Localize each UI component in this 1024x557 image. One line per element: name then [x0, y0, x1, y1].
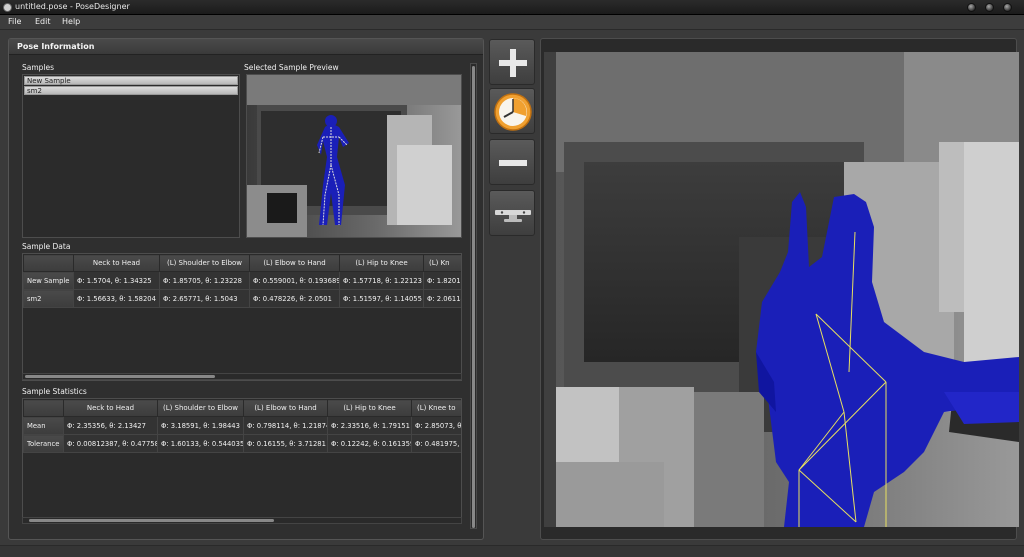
column-header[interactable]: Neck to Head — [73, 254, 160, 272]
column-header[interactable]: (L) Knee to — [411, 399, 461, 417]
sample-data-hscrollbar[interactable] — [22, 373, 462, 380]
scrollbar-thumb[interactable] — [25, 375, 215, 378]
pose-information-panel: Pose Information Samples Selected Sample… — [8, 38, 484, 540]
minimize-button[interactable] — [967, 3, 976, 12]
scrollbar-thumb[interactable] — [472, 66, 475, 528]
table-row[interactable]: New Sample Φ: 1.5704, θ: 1.34325 Φ: 1.85… — [23, 271, 461, 290]
table-row[interactable]: Mean Φ: 2.35356, θ: 2.13427 Φ: 3.18591, … — [23, 416, 461, 435]
add-sample-button[interactable] — [489, 39, 535, 85]
table-header-row: Neck to Head (L) Shoulder to Elbow (L) E… — [23, 399, 461, 417]
menu-bar: File Edit Help — [0, 15, 1024, 30]
table-cell[interactable]: Φ: 3.18591, θ: 1.98443 — [157, 416, 244, 435]
sample-statistics-table[interactable]: Neck to Head (L) Shoulder to Elbow (L) E… — [22, 398, 462, 522]
table-cell[interactable]: Φ: 0.00812387, θ: 0.47758 — [63, 434, 158, 453]
table-row[interactable]: sm2 Φ: 1.56633, θ: 1.58204 Φ: 2.65771, θ… — [23, 289, 461, 308]
table-cell[interactable]: Φ: 1.60133, θ: 0.544035 — [157, 434, 244, 453]
table-cell[interactable]: Φ: 0.478226, θ: 2.0501 — [249, 289, 340, 308]
sample-data-label: Sample Data — [22, 242, 71, 251]
table-cell[interactable]: Φ: 0.798114, θ: 1.21874 — [243, 416, 328, 435]
table-cell[interactable]: Φ: 1.5704, θ: 1.34325 — [73, 271, 160, 290]
column-header[interactable]: (L) Kn — [423, 254, 461, 272]
preview-label: Selected Sample Preview — [244, 63, 339, 72]
remove-sample-button[interactable] — [489, 139, 535, 185]
depth-camera-view[interactable] — [544, 52, 1019, 527]
column-header[interactable]: (L) Elbow to Hand — [243, 399, 328, 417]
corner-header — [23, 399, 64, 417]
column-header[interactable]: (L) Shoulder to Elbow — [157, 399, 244, 417]
panel-header: Pose Information — [9, 39, 483, 55]
table-cell[interactable]: Φ: 2.06114, — [423, 289, 461, 308]
column-header[interactable]: (L) Shoulder to Elbow — [159, 254, 250, 272]
table-cell[interactable]: Φ: 0.12242, θ: 0.161359 — [327, 434, 412, 453]
sensor-button[interactable] — [489, 190, 535, 236]
table-cell[interactable]: Φ: 0.16155, θ: 3.71281 — [243, 434, 328, 453]
sample-item-sm2[interactable]: sm2 — [24, 86, 238, 95]
table-cell[interactable]: Φ: 1.85705, θ: 1.23228 — [159, 271, 250, 290]
menu-edit[interactable]: Edit — [35, 17, 51, 26]
plus-icon — [499, 49, 527, 77]
title-bar: untitled.pose - PoseDesigner — [0, 0, 1024, 15]
menu-help[interactable]: Help — [62, 17, 80, 26]
sample-preview-image — [246, 74, 462, 238]
table-header-row: Neck to Head (L) Shoulder to Elbow (L) E… — [23, 254, 461, 272]
sample-item-new-sample[interactable]: New Sample — [24, 76, 238, 85]
minus-icon — [499, 160, 527, 166]
column-header[interactable]: Neck to Head — [63, 399, 158, 417]
samples-label: Samples — [22, 63, 55, 72]
timed-capture-button[interactable] — [489, 88, 535, 134]
scrollbar-thumb[interactable] — [29, 519, 274, 522]
app-icon — [3, 3, 12, 12]
table-cell[interactable]: Φ: 2.65771, θ: 1.5043 — [159, 289, 250, 308]
kinect-sensor-icon — [495, 210, 531, 222]
table-cell[interactable]: Φ: 2.33516, θ: 1.79151 — [327, 416, 412, 435]
sample-statistics-label: Sample Statistics — [22, 387, 87, 396]
row-header[interactable]: Tolerance — [23, 434, 64, 453]
column-header[interactable]: (L) Hip to Knee — [339, 254, 424, 272]
row-header[interactable]: sm2 — [23, 289, 74, 308]
row-header[interactable]: Mean — [23, 416, 64, 435]
menu-file[interactable]: File — [8, 17, 21, 26]
table-cell[interactable]: Φ: 1.82016, — [423, 271, 461, 290]
table-cell[interactable]: Φ: 1.56633, θ: 1.58204 — [73, 289, 160, 308]
row-header[interactable]: New Sample — [23, 271, 74, 290]
sample-data-table[interactable]: Neck to Head (L) Shoulder to Elbow (L) E… — [22, 253, 462, 381]
panel-vscrollbar[interactable] — [470, 63, 477, 529]
table-cell[interactable]: Φ: 0.481975, θ: 0 — [411, 434, 461, 453]
window-title: untitled.pose - PoseDesigner — [15, 2, 130, 11]
close-button[interactable] — [1003, 3, 1012, 12]
column-header[interactable]: (L) Elbow to Hand — [249, 254, 340, 272]
samples-list[interactable]: New Sample sm2 — [22, 74, 240, 238]
corner-header — [23, 254, 74, 272]
status-bar — [0, 545, 1024, 557]
column-header[interactable]: (L) Hip to Knee — [327, 399, 412, 417]
table-cell[interactable]: Φ: 1.57718, θ: 1.22123 — [339, 271, 424, 290]
table-cell[interactable]: Φ: 2.85073, θ: 0 — [411, 416, 461, 435]
sample-statistics-hscrollbar[interactable] — [22, 517, 462, 524]
panel-title: Pose Information — [17, 42, 95, 51]
timer-icon — [494, 93, 532, 131]
table-cell[interactable]: Φ: 2.35356, θ: 2.13427 — [63, 416, 158, 435]
maximize-button[interactable] — [985, 3, 994, 12]
table-cell[interactable]: Φ: 1.51597, θ: 1.14055 — [339, 289, 424, 308]
table-cell[interactable]: Φ: 0.559001, θ: 0.193689 — [249, 271, 340, 290]
table-row[interactable]: Tolerance Φ: 0.00812387, θ: 0.47758 Φ: 1… — [23, 434, 461, 453]
